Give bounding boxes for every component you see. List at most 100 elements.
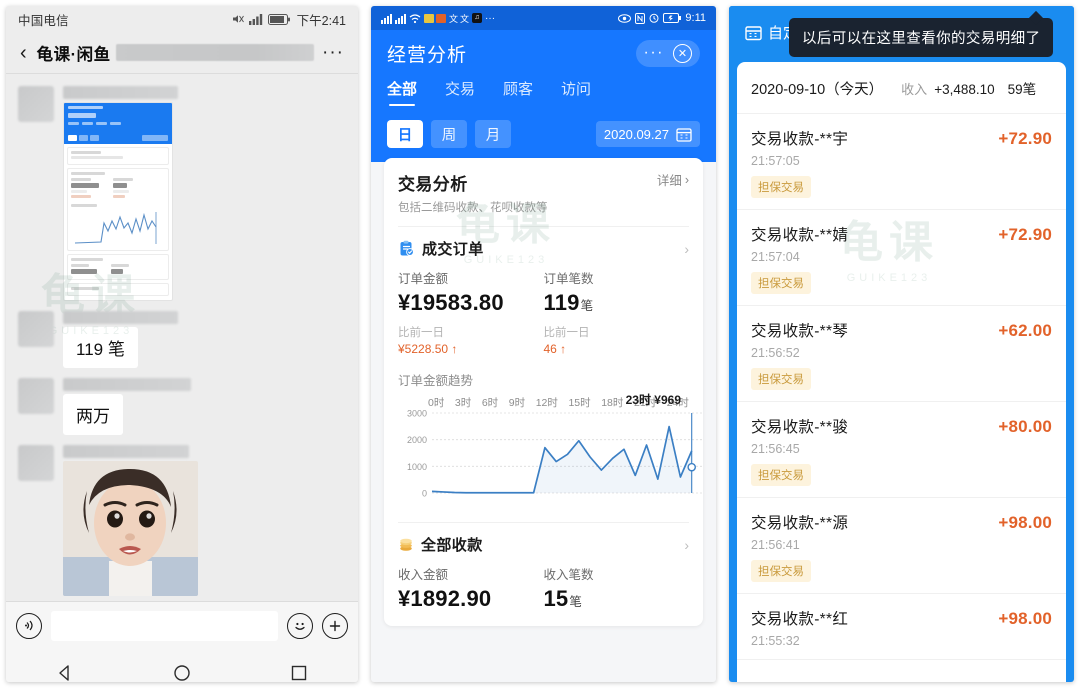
list-item[interactable]: 两万 [6, 374, 358, 441]
android-navigation-bar [6, 649, 358, 682]
orders-section[interactable]: 成交订单 › 订单金额 ¥19583.80 比前一日 ¥5228.50 ↑ 订单… [398, 226, 703, 511]
avatar [18, 311, 54, 347]
tab-customers[interactable]: 顾客 [503, 78, 533, 106]
tab-all[interactable]: 全部 [387, 78, 417, 106]
calendar-icon [676, 128, 692, 142]
kpi-income-amount: 收入金额 ¥1892.90 [398, 564, 544, 612]
segment-week[interactable]: 周 [431, 120, 467, 148]
chevron-right-icon[interactable]: › [684, 537, 689, 553]
kpi-income-count: 收入笔数 15笔 [544, 564, 690, 612]
home-circle-icon[interactable] [173, 664, 191, 682]
kpi-number: 119 [543, 290, 580, 315]
kpi-order-count: 订单笔数 119笔 比前一日 46 ↑ [544, 268, 690, 356]
transaction-time: 21:56:45 [751, 442, 800, 456]
kpi-unit: 笔 [580, 299, 594, 313]
voice-icon[interactable] [16, 612, 42, 639]
list-item[interactable]: 119 笔 [6, 307, 358, 374]
recents-square-icon[interactable] [290, 664, 308, 682]
message-photo[interactable] [63, 461, 198, 596]
analytics-header: 经营分析 ··· ✕ 全部 交易 顾客 访问 日 周 月 2020.09.27 [371, 30, 716, 162]
x-tick-label: 15时 [568, 397, 591, 409]
close-icon[interactable]: ✕ [673, 43, 692, 63]
carrier-label: 中国电信 [18, 13, 69, 28]
transaction-time: 21:55:32 [751, 634, 800, 648]
date-picker[interactable]: 2020.09.27 [595, 121, 700, 147]
header-action-group: ··· ✕ [635, 39, 700, 67]
message-bubble[interactable]: 119 笔 [63, 327, 138, 368]
chart-canvas: 0 1000 2000 3000 [407, 409, 703, 499]
tab-transactions[interactable]: 交易 [445, 78, 475, 106]
detail-label: 详细 [656, 174, 682, 188]
chevron-right-icon[interactable]: › [684, 241, 689, 257]
transaction-title: 交易收款-**源 [751, 515, 849, 532]
transactions-sheet[interactable]: 龟课 GUIKE123 2020-09-10（今天） 收入 +3,488.10 … [737, 62, 1066, 682]
svg-text:2000: 2000 [407, 435, 427, 445]
kpi-label: 收入笔数 [543, 568, 594, 582]
mini-chart-icon [74, 212, 157, 244]
transaction-amount: +72.90 [998, 225, 1052, 244]
chat-navbar: ‹ 龟课·闲鱼 ··· [6, 32, 358, 74]
transaction-row[interactable]: 交易收款-**骏 +80.00 21:56:45 担保交易 [737, 402, 1066, 498]
kpi-label: 订单笔数 [543, 272, 594, 286]
right-phone-transactions-panel: 自定义 以后可以在这里查看你的交易明细了 龟课 GUIKE123 2020-09… [729, 6, 1074, 682]
message-image-analytics-screenshot[interactable] [63, 102, 173, 301]
transaction-row[interactable]: 交易收款-**琴 +62.00 21:56:52 担保交易 [737, 306, 1066, 402]
date-value: 2020.09.27 [603, 126, 669, 142]
message-bubble[interactable]: 两万 [63, 394, 123, 435]
middle-phone-analytics-panel: 文 文 ♫ ··· 9:11 经营分析 ··· ✕ 全部 交易 顾客 访问 日 … [371, 6, 716, 682]
list-item[interactable] [6, 82, 358, 307]
svg-text:3000: 3000 [407, 409, 427, 419]
avatar [18, 378, 54, 414]
avatar [18, 445, 54, 481]
signal-icon [395, 13, 406, 24]
back-triangle-icon[interactable] [56, 664, 74, 682]
analytics-tabs: 全部 交易 顾客 访问 [387, 76, 700, 106]
chevron-right-icon: › [684, 172, 689, 187]
transaction-time: 21:57:04 [751, 250, 800, 264]
kpi-delta: 46 ↑ [543, 342, 567, 356]
chart-title: 订单金额趋势 [398, 374, 474, 388]
tooltip-hint[interactable]: 以后可以在这里查看你的交易明细了 [789, 18, 1054, 57]
period-selector: 日 周 月 2020.09.27 [387, 120, 700, 148]
emoji-icon[interactable] [287, 612, 313, 639]
segment-month[interactable]: 月 [475, 120, 511, 148]
chat-message-list[interactable]: 龟课 GUIKE123 [6, 74, 358, 601]
x-tick-label: 0时 [428, 397, 445, 409]
app-icon: 文 [460, 13, 470, 24]
transaction-row[interactable]: 交易收款-**宇 +72.90 21:57:05 担保交易 [737, 114, 1066, 210]
alarm-icon [649, 13, 659, 23]
income-section[interactable]: 全部收款 › 收入金额 ¥1892.90 收入笔数 15笔 [398, 522, 689, 626]
avatar [18, 86, 54, 122]
chat-title-redaction [115, 44, 315, 61]
transaction-row[interactable]: 交易收款-**红 +98.00 21:55:32 [737, 594, 1066, 660]
page-title: 经营分析 [387, 44, 468, 66]
transaction-time: 21:56:52 [751, 346, 800, 360]
list-item[interactable] [6, 441, 358, 601]
transaction-row[interactable]: 交易收款-**源 +98.00 21:56:41 担保交易 [737, 498, 1066, 594]
card-title: 交易分析 [398, 175, 468, 194]
x-tick-label: 6时 [481, 397, 499, 409]
more-dots-icon[interactable]: ··· [644, 45, 664, 61]
plus-icon[interactable] [322, 612, 348, 639]
transaction-row[interactable]: 交易收款-**婧 +72.90 21:57:04 担保交易 [737, 210, 1066, 306]
app-icon [436, 13, 446, 23]
transaction-amount: +98.00 [998, 513, 1052, 532]
tab-visits[interactable]: 访问 [561, 78, 591, 106]
back-chevron-icon[interactable]: ‹ [20, 43, 27, 63]
kpi-number: 15 [543, 586, 569, 611]
transaction-analysis-card[interactable]: 交易分析 包括二维码收款、花呗收款等 详细 › 成交订单 › 订单金额 ¥195… [384, 158, 703, 626]
segment-day[interactable]: 日 [387, 120, 423, 148]
x-tick-label: 3时 [454, 397, 472, 409]
more-dots-icon[interactable]: ··· [322, 43, 344, 62]
detail-link[interactable]: 详细 › [657, 170, 689, 189]
transaction-title: 交易收款-**婧 [751, 227, 849, 244]
mute-icon [232, 15, 244, 23]
message-input[interactable] [51, 610, 278, 641]
sender-name-redaction [63, 86, 178, 99]
sender-name-redaction [63, 445, 189, 458]
chat-input-bar [6, 601, 358, 649]
kpi-delta: ¥5228.50 ↑ [398, 342, 458, 356]
transaction-list[interactable]: 交易收款-**宇 +72.90 21:57:05 担保交易交易收款-**婧 +72.90… [737, 114, 1066, 660]
card-subtitle: 包括二维码收款、花呗收款等 [398, 202, 548, 214]
transaction-amount: +62.00 [998, 321, 1052, 340]
